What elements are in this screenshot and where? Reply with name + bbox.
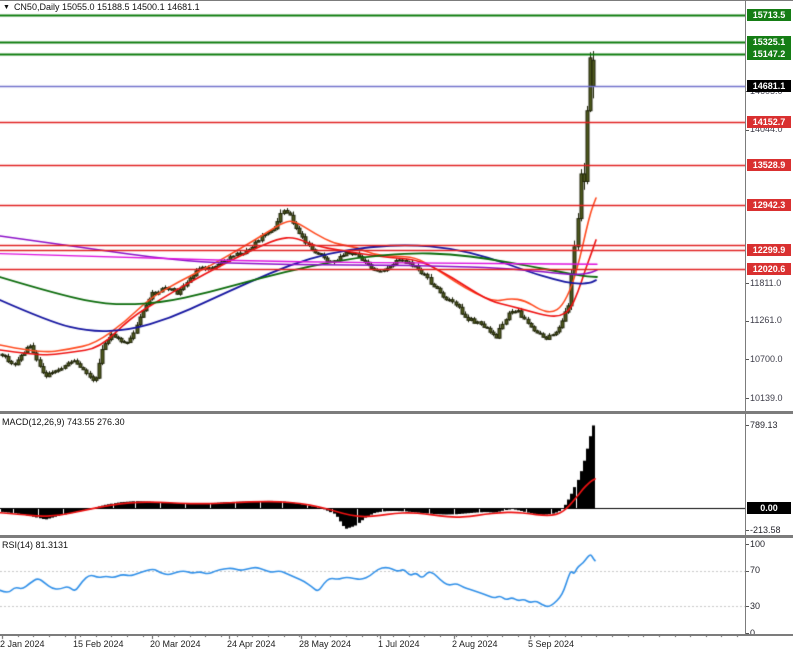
main-price-chart[interactable] <box>0 0 745 411</box>
macd-label: MACD(12,26,9) 743.55 276.30 <box>2 417 125 427</box>
price-axis-label: 10139.0 <box>750 393 783 404</box>
chart-title: ▼ CN50,Daily 15055.0 15188.5 14500.1 1468… <box>3 2 200 12</box>
rsi-indicator-chart[interactable] <box>0 538 745 634</box>
macd-indicator-chart[interactable] <box>0 414 745 535</box>
symbol-dropdown-icon[interactable]: ▼ <box>3 4 10 11</box>
rsi-label: RSI(14) 81.3131 <box>2 540 68 550</box>
macd-axis-label: 789.13 <box>750 420 778 431</box>
rsi-axis-label: 30 <box>750 601 760 612</box>
symbol-timeframe-label: CN50,Daily <box>14 2 60 12</box>
price-badge: 12942.3 <box>747 199 791 211</box>
date-label: 1 Jul 2024 <box>378 639 420 649</box>
date-label: 15 Feb 2024 <box>73 639 124 649</box>
price-badge: 12020.6 <box>747 263 791 275</box>
date-label: 28 May 2024 <box>299 639 351 649</box>
date-label: 2 Aug 2024 <box>452 639 498 649</box>
rsi-axis-label: 100 <box>750 539 765 550</box>
top-border <box>0 0 793 1</box>
price-axis-label: 10700.0 <box>750 354 783 365</box>
date-label: 24 Apr 2024 <box>227 639 276 649</box>
price-badge: 15713.5 <box>747 9 791 21</box>
trading-chart-window: ▼ CN50,Daily 15055.0 15188.5 14500.1 1468… <box>0 0 793 651</box>
price-badge: 12299.9 <box>747 244 791 256</box>
date-label: 2 Jan 2024 <box>0 639 45 649</box>
macd-rsi-separator[interactable] <box>0 535 793 538</box>
price-badge: 14152.7 <box>747 116 791 128</box>
price-badge: 15325.1 <box>747 36 791 48</box>
price-badge: 14681.1 <box>747 80 791 92</box>
price-badge: 13528.9 <box>747 159 791 171</box>
price-axis-label: 11261.0 <box>750 315 782 326</box>
rsi-axis-label: 0 <box>750 628 755 639</box>
ohlc-values: 15055.0 15188.5 14500.1 14681.1 <box>62 2 200 12</box>
x-axis-line <box>0 634 793 636</box>
rsi-axis-label: 70 <box>750 565 760 576</box>
price-badge: 15147.2 <box>747 48 791 60</box>
date-label: 5 Sep 2024 <box>528 639 574 649</box>
price-axis-border <box>745 0 746 635</box>
main-macd-separator[interactable] <box>0 411 793 414</box>
macd-zero-badge: 0.00 <box>747 502 791 514</box>
date-label: 20 Mar 2024 <box>150 639 201 649</box>
price-axis-label: 11811.0 <box>750 278 781 289</box>
